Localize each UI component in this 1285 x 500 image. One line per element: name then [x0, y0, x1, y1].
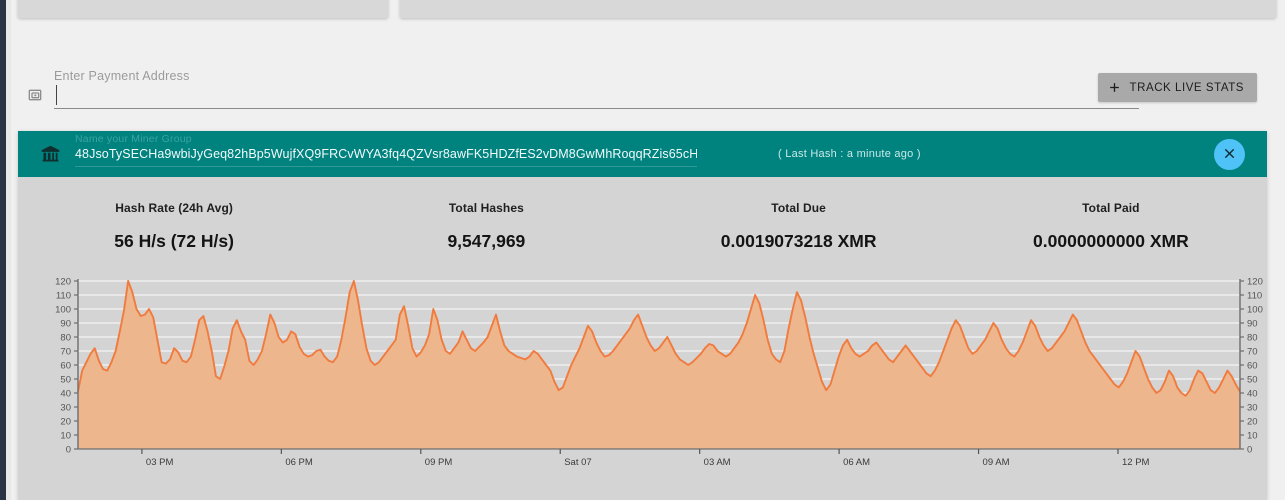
svg-text:100: 100	[55, 304, 71, 315]
miner-stats-card: Name your Miner Group ( Last Hash : a mi…	[18, 131, 1267, 500]
svg-text:80: 80	[1247, 332, 1258, 343]
close-icon	[1223, 147, 1236, 163]
svg-text:06 AM: 06 AM	[843, 457, 870, 468]
metric-total-paid: Total Paid 0.0000000000 XMR	[955, 201, 1267, 252]
miner-group-header: Name your Miner Group ( Last Hash : a mi…	[18, 131, 1267, 177]
svg-text:0: 0	[1247, 444, 1252, 455]
svg-text:06 PM: 06 PM	[285, 457, 313, 468]
svg-text:120: 120	[1247, 276, 1263, 287]
page-root: Enter Payment Address TRACK LIVE STATS N…	[0, 0, 1285, 500]
plus-icon	[1108, 81, 1121, 94]
metric-hash-rate: Hash Rate (24h Avg) 56 H/s (72 H/s)	[18, 201, 330, 252]
svg-text:70: 70	[60, 346, 71, 357]
svg-text:50: 50	[1247, 374, 1258, 385]
miner-group-label: Name your Miner Group	[75, 133, 192, 145]
svg-text:40: 40	[1247, 388, 1258, 399]
metric-value: 56 H/s (72 H/s)	[114, 231, 234, 251]
metric-label: Total Paid	[1082, 201, 1140, 215]
svg-text:100: 100	[1247, 304, 1263, 315]
svg-text:120: 120	[55, 276, 71, 287]
metric-label: Total Due	[771, 201, 826, 215]
top-partial-cards	[18, 0, 1276, 18]
last-hash-text: ( Last Hash : a minute ago )	[778, 148, 921, 160]
metric-value: 0.0019073218 XMR	[720, 231, 877, 251]
miner-group-address-wrap	[75, 145, 697, 167]
svg-text:110: 110	[1247, 290, 1262, 301]
svg-text:03 PM: 03 PM	[146, 457, 174, 468]
svg-text:0: 0	[66, 444, 71, 455]
svg-text:60: 60	[60, 360, 71, 371]
svg-text:12 PM: 12 PM	[1122, 457, 1150, 468]
track-live-stats-button[interactable]: TRACK LIVE STATS	[1097, 73, 1257, 102]
svg-text:110: 110	[56, 290, 71, 301]
svg-text:09 PM: 09 PM	[425, 457, 453, 468]
track-live-stats-label: TRACK LIVE STATS	[1129, 81, 1244, 94]
top-card-left[interactable]	[18, 0, 388, 18]
text-caret	[56, 85, 57, 105]
bank-icon	[40, 144, 61, 165]
hashrate-chart: 0 0 10 10 20 20 30 30 40 40 50 50 60 60 70 70 80 80 90 90 10…	[18, 273, 1267, 488]
metric-value: 0.0000000000 XMR	[1033, 231, 1189, 251]
metric-value: 9,547,969	[447, 231, 526, 251]
metrics-row: Hash Rate (24h Avg) 56 H/s (72 H/s) Tota…	[18, 177, 1267, 252]
svg-text:10: 10	[1247, 430, 1258, 441]
svg-text:30: 30	[1247, 402, 1258, 413]
payment-address-input[interactable]	[54, 85, 1139, 109]
payment-address-label: Enter Payment Address	[54, 69, 190, 83]
payment-address-row: Enter Payment Address TRACK LIVE STATS	[0, 30, 1285, 109]
metric-label: Total Hashes	[448, 201, 524, 215]
svg-text:40: 40	[60, 388, 71, 399]
svg-text:70: 70	[1247, 346, 1258, 357]
close-button[interactable]	[1214, 139, 1245, 170]
svg-text:30: 30	[60, 402, 71, 413]
metric-total-hashes: Total Hashes 9,547,969	[330, 201, 642, 252]
metric-label: Hash Rate (24h Avg)	[115, 201, 233, 215]
svg-text:09 AM: 09 AM	[983, 457, 1010, 468]
hashrate-chart-svg: 0 0 10 10 20 20 30 30 40 40 50 50 60 60 70 70 80 80 90 90 10…	[55, 276, 1263, 468]
svg-text:Sat 07: Sat 07	[564, 457, 591, 468]
top-card-right[interactable]	[400, 0, 1276, 18]
svg-text:60: 60	[1247, 360, 1258, 371]
svg-text:20: 20	[60, 416, 71, 427]
metric-total-due: Total Due 0.0019073218 XMR	[643, 201, 955, 252]
miner-group-address-input[interactable]	[75, 147, 697, 167]
svg-text:90: 90	[1247, 318, 1258, 329]
svg-text:50: 50	[60, 374, 71, 385]
svg-text:80: 80	[60, 332, 71, 343]
svg-text:90: 90	[60, 318, 71, 329]
svg-text:03 AM: 03 AM	[704, 457, 731, 468]
svg-text:20: 20	[1247, 416, 1258, 427]
wallet-icon	[28, 87, 44, 103]
svg-text:10: 10	[60, 430, 71, 441]
